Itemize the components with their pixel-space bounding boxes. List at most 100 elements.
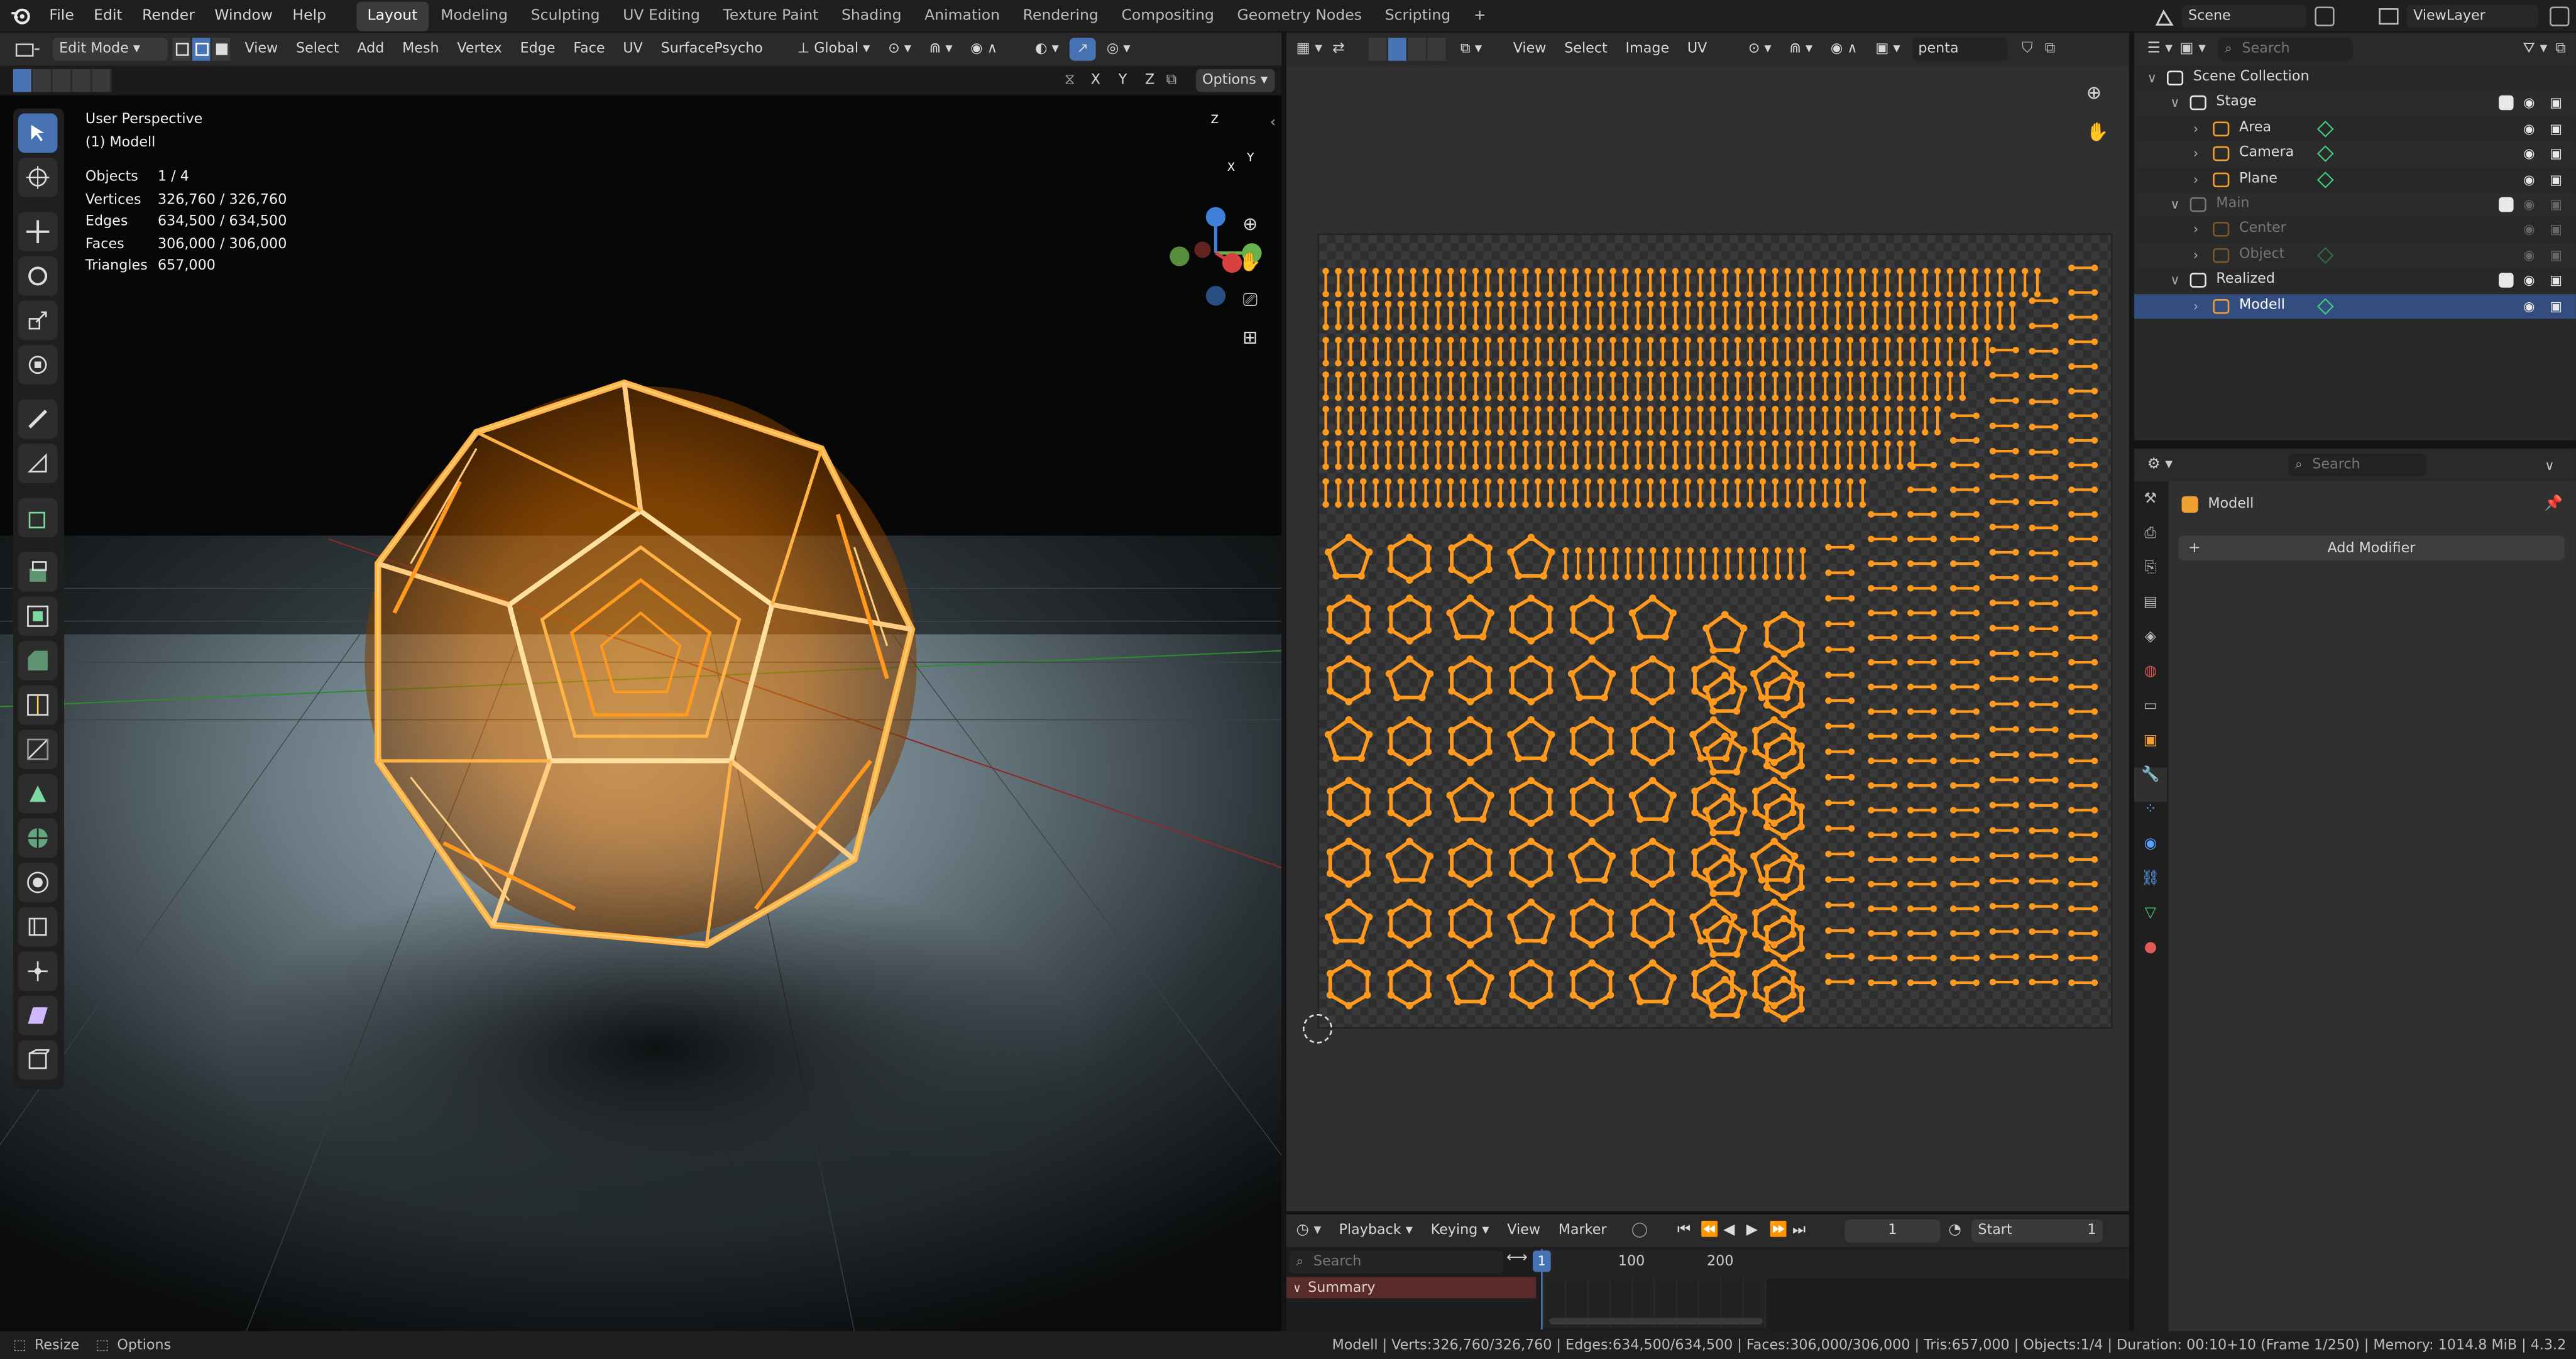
tab-modeling[interactable]: Modeling bbox=[429, 1, 520, 30]
add-modifier-button[interactable]: + Add Modifier bbox=[2178, 535, 2565, 560]
chevron-down-icon[interactable]: ∨ bbox=[2545, 457, 2554, 472]
object-tab-icon[interactable]: ▣ bbox=[2134, 733, 2167, 768]
select-extend-icon[interactable] bbox=[33, 68, 53, 92]
render-toggle-icon[interactable]: ▣ bbox=[2550, 116, 2562, 141]
uv-vertex-select-icon[interactable] bbox=[1368, 38, 1388, 61]
eye-icon[interactable]: ◉ bbox=[2523, 192, 2535, 217]
viewport-3d[interactable]: Z Y X User Perspective (1) Modell Object… bbox=[0, 95, 1281, 1331]
area-splitter[interactable] bbox=[1286, 1211, 2129, 1214]
current-frame-field[interactable]: 1 bbox=[1844, 1219, 1941, 1243]
outliner-item[interactable]: › Center ◉ ▣ bbox=[2134, 217, 2576, 243]
uv-snap-icon[interactable]: ⋒ ▾ bbox=[1783, 38, 1819, 61]
menu-view[interactable]: View bbox=[238, 38, 285, 61]
cursor-icon[interactable] bbox=[18, 158, 58, 197]
auto-merge-icon[interactable]: ⧉ bbox=[1166, 72, 1186, 89]
axis-y-toggle[interactable]: Y bbox=[1112, 69, 1134, 92]
menu-mesh[interactable]: Mesh bbox=[396, 38, 446, 61]
expand-arrow-icon[interactable]: › bbox=[2193, 141, 2198, 166]
timeline-ruler[interactable]: 100 200 bbox=[1542, 1248, 2129, 1279]
world-tab-icon[interactable]: ◍ bbox=[2134, 664, 2167, 699]
outliner-item[interactable]: › Modell ◉ ▣ bbox=[2134, 293, 2576, 319]
display-mode-icon[interactable]: ▣ ▾ bbox=[2179, 41, 2218, 57]
timeline-menu-marker[interactable]: Marker bbox=[1552, 1220, 1613, 1243]
uv-face-select-icon[interactable] bbox=[1408, 38, 1428, 61]
wrench-icon[interactable]: 🔧 bbox=[2134, 767, 2167, 802]
add-cube-icon[interactable] bbox=[18, 498, 58, 538]
uv-editor-type-icon[interactable]: ▦ ▾ bbox=[1296, 41, 1333, 57]
menu-file[interactable]: File bbox=[40, 0, 84, 32]
uv-menu-uv[interactable]: UV bbox=[1680, 38, 1713, 61]
uv-edge-select-icon[interactable] bbox=[1388, 38, 1408, 61]
copy-icon[interactable] bbox=[2550, 6, 2570, 26]
timeline-menu-keying[interactable]: Keying ▾ bbox=[1424, 1220, 1496, 1243]
data-tab-icon[interactable]: ▽ bbox=[2134, 905, 2167, 940]
menu-help[interactable]: Help bbox=[283, 0, 336, 32]
fake-user-icon[interactable]: ⛉ bbox=[2022, 41, 2045, 57]
filter-icon[interactable]: ⛛ ▾ bbox=[2523, 41, 2555, 57]
expand-arrow-icon[interactable]: › bbox=[2193, 167, 2198, 192]
view-layer-tab-icon[interactable]: ▤ bbox=[2134, 595, 2167, 630]
mesh-data-icon[interactable] bbox=[2316, 170, 2334, 188]
menu-vertex[interactable]: Vertex bbox=[451, 38, 508, 61]
shear-icon[interactable] bbox=[18, 995, 58, 1035]
render-toggle-icon[interactable]: ▣ bbox=[2550, 192, 2562, 217]
axis-z-toggle[interactable]: Z bbox=[1139, 69, 1161, 92]
extrude-icon[interactable] bbox=[18, 552, 58, 592]
summary-channel[interactable]: ∨ Summary bbox=[1286, 1277, 1537, 1299]
tab-rendering[interactable]: Rendering bbox=[1011, 1, 1110, 30]
menu-face[interactable]: Face bbox=[567, 38, 611, 61]
mesh-data-icon[interactable] bbox=[2316, 297, 2334, 314]
area-splitter[interactable] bbox=[2134, 440, 2576, 449]
scene-name[interactable]: Scene bbox=[2181, 4, 2307, 28]
axis-x-toggle[interactable]: X bbox=[1084, 69, 1107, 92]
transform-icon[interactable] bbox=[18, 345, 58, 385]
timeline-scrollbar[interactable] bbox=[1549, 1318, 1763, 1325]
edge-slide-icon[interactable] bbox=[18, 907, 58, 947]
expand-arrow-icon[interactable]: ∨ bbox=[2170, 192, 2179, 217]
uv-hand-icon[interactable]: ✋ bbox=[2086, 122, 2109, 143]
face-select-icon[interactable] bbox=[212, 38, 232, 61]
tab-scripting[interactable]: Scripting bbox=[1373, 1, 1462, 30]
select-new-icon[interactable] bbox=[13, 68, 33, 92]
uv-menu-image[interactable]: Image bbox=[1619, 38, 1676, 61]
uv-menu-view[interactable]: View bbox=[1506, 38, 1553, 61]
view-layer-name[interactable]: ViewLayer bbox=[2406, 4, 2538, 28]
menu-edge[interactable]: Edge bbox=[513, 38, 562, 61]
uv-cursor-icon[interactable] bbox=[1302, 1013, 1333, 1044]
mesh-data-icon[interactable] bbox=[2316, 246, 2334, 264]
orientation-dropdown[interactable]: ⊥ Global ▾ bbox=[791, 38, 876, 61]
area-splitter[interactable] bbox=[2129, 33, 2134, 1331]
copy-icon[interactable] bbox=[2315, 6, 2335, 26]
pin-icon[interactable]: 📌 bbox=[2545, 496, 2563, 513]
image-name-field[interactable]: penta bbox=[1911, 38, 2007, 61]
particles-tab-icon[interactable]: ⁘ bbox=[2134, 802, 2167, 836]
overlay-icon[interactable]: ◎ ▾ bbox=[1100, 38, 1137, 61]
expand-arrow-icon[interactable]: › bbox=[2193, 217, 2198, 243]
select-intersect-icon[interactable] bbox=[92, 68, 112, 92]
polybuild-icon[interactable] bbox=[18, 773, 58, 814]
render-toggle-icon[interactable]: ▣ bbox=[2550, 167, 2562, 192]
edge-select-icon[interactable] bbox=[192, 38, 212, 61]
collection-tab-icon[interactable]: ▭ bbox=[2134, 699, 2167, 733]
add-workspace-button[interactable]: + bbox=[1462, 1, 1498, 30]
image-browse-icon[interactable]: ▣ ▾ bbox=[1869, 38, 1907, 61]
image-new-icon[interactable]: ⧉ bbox=[2045, 41, 2068, 57]
gizmo-label-x[interactable]: X bbox=[1227, 161, 1236, 174]
uv-menu-select[interactable]: Select bbox=[1558, 38, 1614, 61]
timeline-menu-playback[interactable]: Playback ▾ bbox=[1332, 1220, 1419, 1243]
eye-icon[interactable]: ◉ bbox=[2523, 293, 2535, 319]
camera-icon[interactable]: ⎚ bbox=[1236, 289, 1265, 319]
tool-tab-icon[interactable]: ⚒ bbox=[2134, 491, 2167, 526]
area-splitter[interactable] bbox=[1281, 33, 1286, 1331]
tab-layout[interactable]: Layout bbox=[356, 1, 429, 31]
expand-arrow-icon[interactable]: › bbox=[2193, 116, 2198, 141]
outliner-item[interactable]: › Camera ◉ ▣ bbox=[2134, 141, 2576, 167]
expand-arrow-icon[interactable]: › bbox=[2193, 243, 2198, 268]
menu-surfacepsycho[interactable]: SurfacePsycho bbox=[654, 38, 769, 61]
hand-icon[interactable]: ✋ bbox=[1236, 251, 1265, 281]
uv-sticky-icon[interactable]: ⧉ ▾ bbox=[1454, 38, 1488, 61]
render-toggle-icon[interactable]: ▣ bbox=[2550, 243, 2562, 268]
rip-icon[interactable] bbox=[18, 1040, 58, 1080]
outliner-item[interactable]: ∨ Stage ◉ ▣ bbox=[2134, 90, 2576, 117]
play-reverse-icon[interactable]: ◀ bbox=[1723, 1223, 1746, 1239]
